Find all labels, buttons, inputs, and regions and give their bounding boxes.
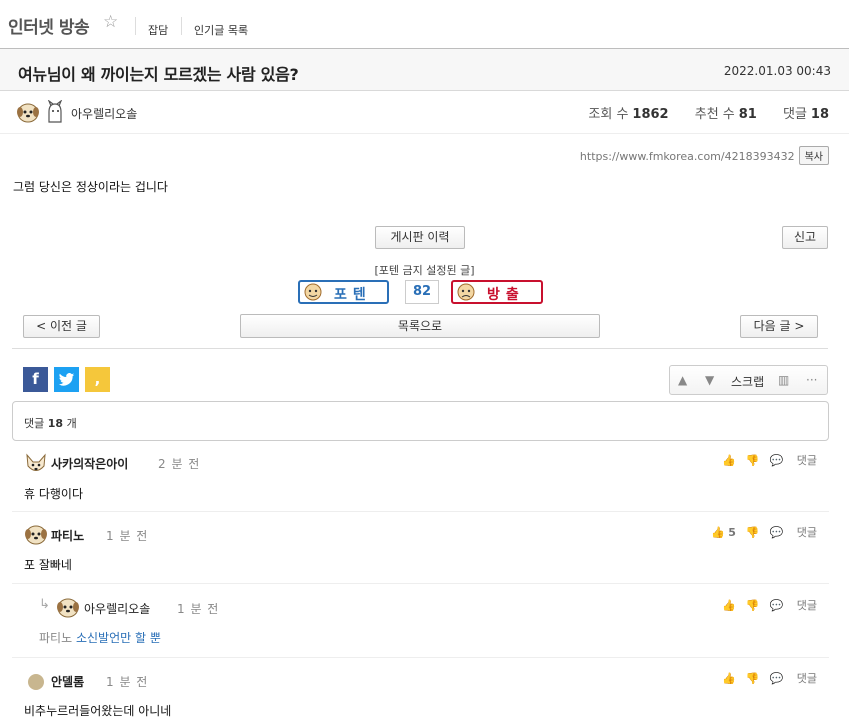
comment-item: 파티노 1 분 전 👍 5 👎 💬 댓글 포 잘빠네	[12, 512, 829, 584]
reply-comment-item: ↳ 아우렐리오솔 1 분 전 👍 👎 💬 댓글 파티노 소신발언만 할 뿐	[12, 584, 829, 658]
board-history-button[interactable]: 게시판 이력	[375, 226, 465, 249]
more-icon[interactable]: ···	[806, 373, 817, 387]
report-button[interactable]: 신고	[782, 226, 828, 249]
divider	[12, 348, 828, 349]
post-stats: 조회 수 1862 추천 수 81 댓글 18	[588, 103, 829, 122]
post-title-bar: 여뉴님이 왜 까이는지 모르겠는 사람 있음? 2022.01.03 00:43	[0, 48, 849, 91]
comment-actions: 👍 👎 💬 댓글	[712, 452, 817, 468]
copy-url-button[interactable]: 복사	[798, 146, 829, 165]
next-post-button[interactable]: 다음 글 >	[740, 315, 818, 338]
comment-item: 안델롬 1 분 전 👍 👎 💬 댓글 비추누르러들어왔는데 아니네	[12, 658, 829, 717]
thumb-down-icon[interactable]: 👎	[746, 672, 760, 685]
potent-notice: [포텐 금지 설정된 글]	[374, 264, 475, 277]
release-button[interactable]: 방출	[451, 280, 543, 304]
twitter-share-icon[interactable]	[54, 367, 79, 392]
comment-time: 1 분 전	[177, 602, 220, 616]
board-header: 인터넷 방송 ☆ 잡담 인기글 목록	[0, 0, 849, 48]
reply-button[interactable]: 💬 댓글	[770, 672, 817, 685]
facebook-share-icon[interactable]: f	[23, 367, 48, 392]
post-author[interactable]: 아우렐리오솔	[71, 105, 137, 122]
comment-actions: 👍 👎 💬 댓글	[712, 670, 817, 686]
comment-item: 사카의작은아이 2 분 전 👍 👎 💬 댓글 휴 다행이다	[12, 444, 829, 512]
dog-avatar-icon	[17, 103, 39, 123]
post-date: 2022.01.03 00:43	[723, 64, 831, 78]
reply-arrow-icon: ↳	[39, 597, 50, 612]
comment-author[interactable]: 사카의작은아이	[51, 455, 128, 472]
comment-actions: 👍 👎 💬 댓글	[712, 597, 817, 613]
post-url-row: https://www.fmkorea.com/4218393432 복사	[580, 146, 829, 165]
comment-author[interactable]: 안델롬	[51, 673, 84, 690]
comments-count: 18	[810, 107, 829, 122]
reply-button[interactable]: 💬 댓글	[770, 526, 817, 539]
views-label: 조회 수	[588, 107, 629, 122]
level-badge-icon	[47, 100, 63, 123]
tab-popular[interactable]: 인기글 목록	[194, 22, 248, 38]
post-tools: ▲ ▼ 스크랩 ▥ ···	[669, 365, 828, 395]
post-content: 그럼 당신은 정상이라는 겁니다	[13, 180, 168, 194]
dog-avatar-icon	[25, 525, 47, 545]
potent-label: 포텐	[334, 287, 372, 303]
comment-time: 2 분 전	[158, 457, 201, 471]
thumb-up-icon[interactable]: 👍 5	[711, 526, 736, 539]
star-icon[interactable]: ☆	[103, 12, 118, 32]
arrow-up-icon[interactable]: ▲	[678, 373, 687, 387]
recommend-label: 추천 수	[694, 107, 735, 122]
tab-chat[interactable]: 잡담	[148, 22, 168, 38]
post-title[interactable]: 여뉴님이 왜 까이는지 모르겠는 사람 있음?	[18, 61, 299, 85]
comment-header-text: 댓글 18 개	[24, 417, 77, 430]
reply-button[interactable]: 💬 댓글	[770, 599, 817, 612]
thumb-up-icon[interactable]: 👍	[722, 599, 736, 612]
thumb-down-icon[interactable]: 👎	[746, 526, 760, 539]
like-count: 5	[728, 526, 736, 539]
recommend-count: 81	[738, 107, 757, 122]
comment-time: 1 분 전	[106, 675, 149, 689]
comment-actions: 👍 5 👎 💬 댓글	[701, 524, 817, 540]
reply-button[interactable]: 💬 댓글	[770, 454, 817, 467]
dog-avatar-icon	[57, 598, 79, 618]
comments-label: 댓글	[782, 107, 807, 122]
comment-time: 1 분 전	[106, 529, 149, 543]
thumb-up-icon[interactable]: 👍	[722, 672, 736, 685]
potent-face-icon	[304, 283, 322, 301]
arrow-down-icon[interactable]: ▼	[705, 373, 714, 387]
thumb-down-icon[interactable]: 👎	[746, 599, 760, 612]
release-face-icon	[457, 283, 475, 301]
vote-count: 82	[405, 280, 439, 304]
board-title[interactable]: 인터넷 방송	[8, 13, 90, 38]
comment-text: 포 잘빠네	[24, 558, 72, 572]
views-count: 1862	[632, 107, 669, 122]
comment-text: 파티노 소신발언만 할 뿐	[39, 631, 161, 645]
divider	[135, 17, 136, 35]
post-url[interactable]: https://www.fmkorea.com/4218393432	[580, 150, 795, 163]
comment-text: 휴 다행이다	[24, 487, 84, 501]
prev-post-button[interactable]: < 이전 글	[23, 315, 100, 338]
comment-header: 댓글 18 개	[12, 401, 829, 441]
stats-icon[interactable]: ▥	[778, 373, 789, 387]
fox-avatar-icon	[26, 453, 46, 471]
post-meta: 아우렐리오솔 조회 수 1862 추천 수 81 댓글 18	[0, 92, 849, 134]
thumb-down-icon[interactable]: 👎	[746, 454, 760, 467]
comment-author[interactable]: 파티노	[51, 527, 84, 544]
potent-button[interactable]: 포텐	[298, 280, 389, 304]
comment-text: 비추누르러들어왔는데 아니네	[24, 704, 172, 717]
release-label: 방출	[487, 287, 525, 303]
thumb-up-icon[interactable]: 👍	[722, 454, 736, 467]
scrap-button[interactable]: 스크랩	[731, 373, 764, 390]
list-button[interactable]: 목록으로	[240, 314, 600, 338]
reply-target: 파티노	[39, 631, 73, 645]
kakao-share-icon[interactable]: ,	[85, 367, 110, 392]
divider	[181, 17, 182, 35]
default-avatar-icon	[28, 674, 44, 690]
comment-author[interactable]: 아우렐리오솔	[84, 600, 150, 617]
